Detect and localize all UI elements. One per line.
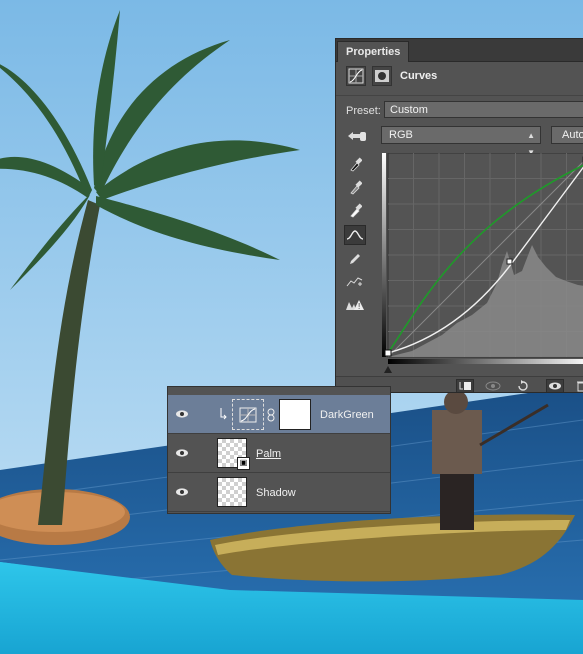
clip-to-layer-icon[interactable] <box>456 379 474 392</box>
layer-name[interactable]: Shadow <box>256 487 296 499</box>
eye-icon[interactable] <box>175 408 189 420</box>
divider <box>336 95 583 96</box>
smart-object-icon: ▣ <box>237 457 250 470</box>
curves-icon[interactable] <box>346 66 366 86</box>
preset-label: Preset: <box>346 105 381 117</box>
curve-point <box>506 258 513 265</box>
curve-point-icon[interactable] <box>344 225 366 245</box>
view-previous-icon[interactable] <box>484 379 502 392</box>
hand-adjust-icon[interactable] <box>346 128 368 149</box>
eye-icon[interactable] <box>175 447 189 459</box>
link-icon[interactable] <box>267 408 275 422</box>
layers-panel: DarkGreen ▣ Palm Shadow <box>167 386 391 514</box>
clipping-warning-icon[interactable]: ! <box>344 295 366 315</box>
eyedropper-black-icon[interactable] <box>344 154 366 174</box>
curves-icon[interactable] <box>232 399 264 430</box>
eyedropper-white-icon[interactable] <box>344 200 366 220</box>
channel-select[interactable]: RGB▲▼ <box>381 126 541 157</box>
tab-properties[interactable]: Properties <box>337 41 410 62</box>
layer-thumbnail[interactable] <box>217 477 247 507</box>
black-point-slider <box>384 366 392 373</box>
pencil-icon[interactable] <box>344 249 366 269</box>
delete-icon[interactable] <box>572 379 583 392</box>
eye-icon[interactable] <box>175 486 189 498</box>
preset-select[interactable]: Custom <box>384 101 583 118</box>
clip-arrow-icon <box>220 408 227 420</box>
channel-value: RGB <box>389 129 413 141</box>
curves-graph[interactable] <box>382 153 583 377</box>
svg-text:!: ! <box>358 302 360 311</box>
eyedropper-gray-icon[interactable] <box>344 177 366 197</box>
properties-tabbar: Properties <box>336 39 583 62</box>
reset-icon[interactable] <box>514 379 532 392</box>
smooth-icon[interactable] <box>344 272 366 292</box>
properties-panel: Properties Curves Preset: Custom RGB▲▼ A… <box>335 38 583 393</box>
layer-row[interactable]: ▣ Palm <box>168 434 390 473</box>
adjustment-header: Curves <box>344 66 583 88</box>
adjustment-title: Curves <box>400 70 438 82</box>
auto-button[interactable]: Auto <box>551 126 583 144</box>
layer-mask-thumbnail[interactable] <box>279 399 311 430</box>
mask-icon[interactable] <box>372 66 392 86</box>
layer-name[interactable]: Palm <box>256 448 281 460</box>
visibility-icon[interactable] <box>546 379 564 392</box>
layer-row[interactable]: DarkGreen <box>168 395 390 434</box>
layer-row[interactable]: Shadow <box>168 473 390 512</box>
layer-name[interactable]: DarkGreen <box>320 409 374 421</box>
